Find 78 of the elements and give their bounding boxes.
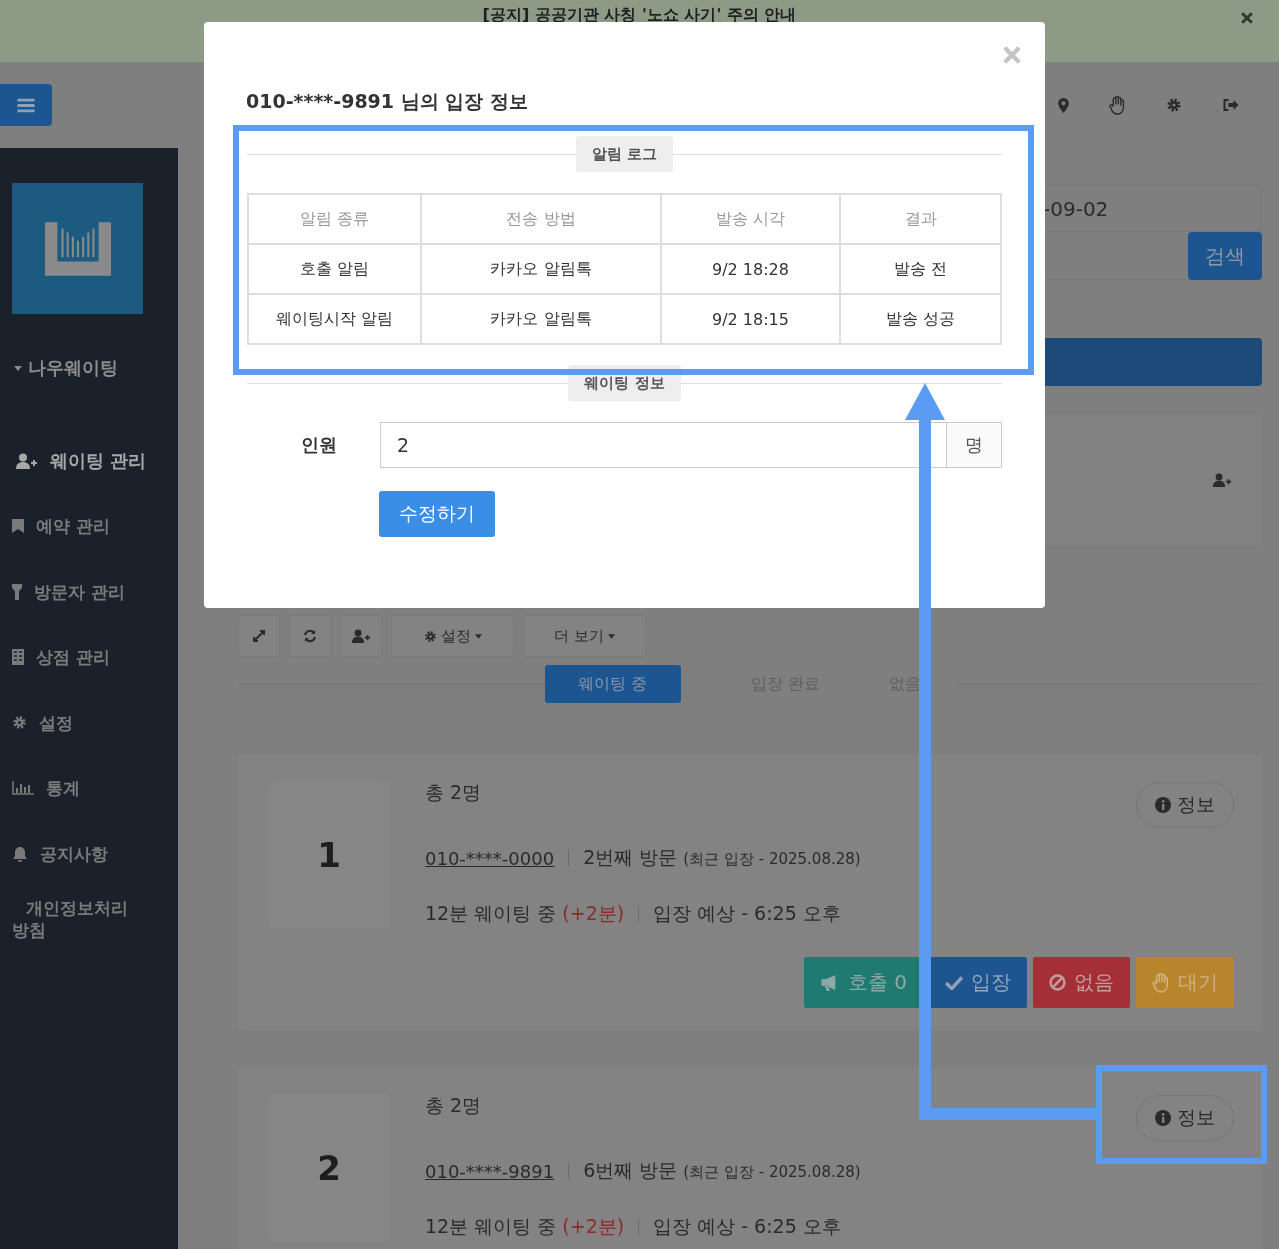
menu-button[interactable] <box>0 84 52 126</box>
table-cell: 카카오 알림톡 <box>421 294 661 344</box>
search-button[interactable]: 검색 <box>1188 232 1262 280</box>
column-header: 알림 종류 <box>248 194 421 244</box>
menu-icon <box>17 97 35 113</box>
party-size: 총 2명 <box>425 1093 483 1118</box>
hand-icon[interactable] <box>1109 95 1126 115</box>
logo-icon[interactable] <box>12 183 143 314</box>
info-icon <box>1155 797 1171 813</box>
party-size: 총 2명 <box>425 780 483 805</box>
notice-title[interactable]: [공지] 공공기관 사칭 '노쇼 사기' 주의 안내 <box>482 5 797 25</box>
caret-icon <box>607 633 615 639</box>
table-cell: 호출 알림 <box>248 244 421 294</box>
phone-link[interactable]: 010-****-0000 <box>425 847 555 869</box>
settings-dropdown[interactable]: 설정 <box>391 615 514 657</box>
brand-menu[interactable]: 나우웨이팅 <box>14 356 178 380</box>
sidebar-item[interactable]: 방문자 관리 <box>0 559 156 625</box>
info-button[interactable]: 정보 <box>1136 782 1234 828</box>
add-user-button[interactable] <box>340 615 382 657</box>
sidebar-item[interactable]: 상점 관리 <box>0 624 156 690</box>
table-cell: 웨이팅시작 알림 <box>248 294 421 344</box>
modal-title: 010-****-9891 님의 입장 정보 <box>246 89 529 114</box>
bell-icon <box>12 845 28 862</box>
sidebar-item[interactable]: 설정 <box>0 690 156 756</box>
save-button[interactable]: 수정하기 <box>379 491 495 537</box>
table-cell: 카카오 알림톡 <box>421 244 661 294</box>
visit-count: 2번째 방문 (최근 입장 - 2025.08.28) <box>583 845 861 870</box>
check-icon <box>945 975 963 990</box>
sidebar-item[interactable]: 웨이팅 관리 <box>0 428 160 494</box>
status-tab[interactable]: 웨이팅 중 <box>544 665 681 703</box>
settings-icon[interactable] <box>1166 97 1182 113</box>
gear-icon <box>423 629 437 643</box>
action-button[interactable]: 입장 <box>929 957 1027 1008</box>
more-dropdown[interactable]: 더 보기 <box>523 615 646 657</box>
brand-name: 나우웨이팅 <box>28 356 118 380</box>
waiting-time: 12분 웨이팅 중 (+2분) <box>425 1214 625 1239</box>
sidebar-item[interactable]: 예약 관리 <box>0 493 156 559</box>
expected-entry: 입장 예상 - 6:25 오후 <box>653 1214 841 1239</box>
waiting-time: 12분 웨이팅 중 (+2분) <box>425 901 625 926</box>
table-cell: 발송 성공 <box>840 294 1001 344</box>
close-icon[interactable] <box>1241 12 1253 24</box>
section-title: 알림 로그 <box>575 136 674 172</box>
info-icon <box>1155 1110 1171 1126</box>
field-label: 인원 <box>300 433 338 457</box>
column-header: 발송 시각 <box>661 194 840 244</box>
unit-label: 명 <box>947 422 1002 468</box>
sidebar-item[interactable]: 개인정보처리 방침 <box>0 886 156 952</box>
location-pin-icon[interactable] <box>1058 97 1069 113</box>
caret-icon <box>14 365 22 371</box>
user-plus-icon[interactable] <box>1213 473 1232 487</box>
caret-icon <box>474 633 482 639</box>
sign-out-icon[interactable] <box>1222 98 1239 112</box>
visit-count: 6번째 방문 (최근 입장 - 2025.08.28) <box>583 1158 861 1183</box>
hand-icon <box>1152 972 1170 993</box>
refresh-icon <box>303 629 317 643</box>
gear-icon <box>12 715 27 731</box>
expected-entry: 입장 예상 - 6:25 오후 <box>653 901 841 926</box>
phone-link[interactable]: 010-****-9891 <box>425 1160 555 1182</box>
column-header: 전송 방법 <box>421 194 661 244</box>
building-icon <box>12 649 24 666</box>
bookmark-icon <box>12 519 24 534</box>
torch-icon <box>12 583 22 600</box>
action-button[interactable]: 없음 <box>1033 957 1130 1008</box>
info-button[interactable]: 정보 <box>1136 1095 1234 1141</box>
bar-chart-icon <box>12 781 34 796</box>
user-plus-icon <box>16 452 38 469</box>
table-cell: 9/2 18:15 <box>661 294 840 344</box>
table-cell: 발송 전 <box>840 244 1001 294</box>
sidebar-item[interactable]: 통계 <box>0 755 156 821</box>
column-header: 결과 <box>840 194 1001 244</box>
ban-icon <box>1049 974 1066 991</box>
party-size-field[interactable]: 2 <box>380 422 947 468</box>
table-cell: 9/2 18:28 <box>661 244 840 294</box>
expand-icon <box>252 629 266 643</box>
user-plus-icon <box>351 629 371 643</box>
expand-button[interactable] <box>238 615 280 657</box>
sidebar-item[interactable]: 공지사항 <box>0 821 156 887</box>
refresh-button[interactable] <box>289 615 331 657</box>
